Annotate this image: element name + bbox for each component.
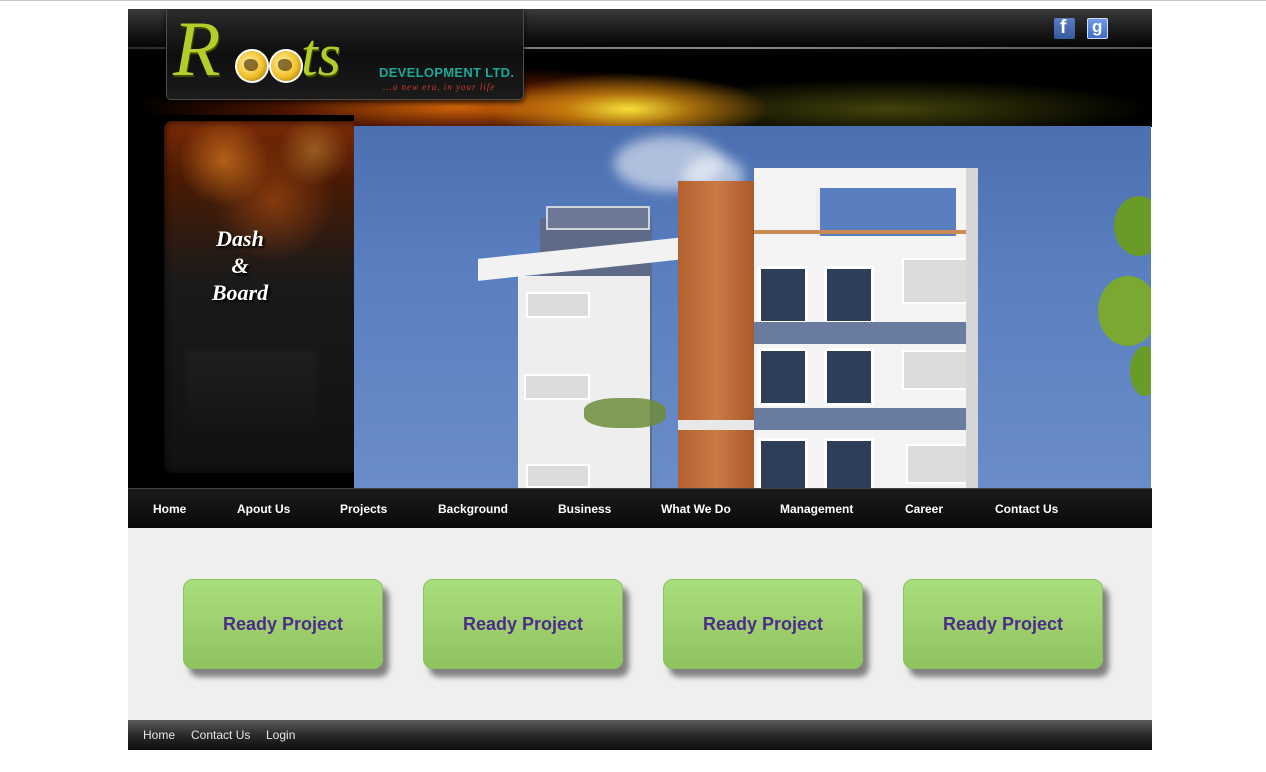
building-edge [966, 168, 978, 488]
hero-building-image [354, 126, 1151, 488]
window [824, 348, 874, 406]
faded-placeholder [186, 351, 316, 451]
footer-link-home[interactable]: Home [143, 720, 175, 750]
facebook-icon[interactable] [1054, 17, 1075, 39]
dashboard-title: Dash & Board [170, 225, 310, 306]
projects-section: Ready Project Ready Project Ready Projec… [128, 528, 1152, 720]
floor-band [754, 408, 966, 430]
window [758, 266, 808, 324]
ready-project-button[interactable]: Ready Project [903, 579, 1103, 669]
logo[interactable]: R ts DEVELOPMENT LTD. ...a new era, in y… [166, 9, 524, 100]
balcony [524, 374, 590, 400]
dashboard-panel: Dash & Board [128, 115, 354, 488]
nav-item-about[interactable]: Apout Us [237, 489, 290, 529]
window [824, 266, 874, 324]
ready-project-button[interactable]: Ready Project [663, 579, 863, 669]
window [824, 438, 874, 488]
nav-item-projects[interactable]: Projects [340, 489, 387, 529]
brick-band [678, 420, 756, 430]
dashboard-title-line: Dash [216, 226, 264, 251]
tree-foliage [1114, 196, 1151, 256]
balcony [902, 258, 972, 304]
site-footer: Home Contact Us Login [128, 720, 1152, 750]
footer-link-login[interactable]: Login [266, 720, 295, 750]
globe-icon [235, 49, 269, 83]
building-rooftop [546, 206, 650, 230]
tree-foliage [1098, 276, 1151, 346]
dashboard-title-line: Board [211, 280, 269, 305]
balcony [526, 464, 590, 488]
site-container: R ts DEVELOPMENT LTD. ...a new era, in y… [128, 9, 1152, 750]
window [758, 348, 808, 406]
balcony [906, 444, 972, 484]
logo-letters-ts: ts [301, 22, 342, 88]
page-top-border [0, 0, 1266, 1]
main-nav: Home Apout Us Projects Background Busine… [128, 488, 1152, 529]
logo-letter-r: R [173, 9, 221, 92]
railing [754, 230, 969, 234]
brick-column [678, 181, 756, 488]
nav-item-contact[interactable]: Contact Us [995, 489, 1058, 529]
dashboard-title-line: & [231, 253, 249, 278]
nav-item-what-we-do[interactable]: What We Do [661, 489, 731, 529]
company-suffix: DEVELOPMENT LTD. [379, 65, 515, 80]
window [758, 438, 808, 488]
nav-item-business[interactable]: Business [558, 489, 611, 529]
hanging-plants [584, 398, 666, 428]
footer-link-contact[interactable]: Contact Us [191, 720, 250, 750]
balcony [526, 292, 590, 318]
ready-project-button[interactable]: Ready Project [183, 579, 383, 669]
balcony [902, 350, 972, 390]
google-icon[interactable] [1087, 17, 1108, 39]
globe-icon [269, 49, 303, 83]
nav-item-career[interactable]: Career [905, 489, 943, 529]
nav-item-background[interactable]: Background [438, 489, 508, 529]
logo-wordmark: R ts [173, 9, 403, 93]
floor-band [754, 322, 966, 344]
nav-item-home[interactable]: Home [153, 489, 186, 529]
site-header: R ts DEVELOPMENT LTD. ...a new era, in y… [128, 9, 1152, 127]
tree-foliage [1130, 346, 1151, 396]
roof-opening [816, 188, 956, 236]
ready-project-button[interactable]: Ready Project [423, 579, 623, 669]
company-tagline: ...a new era, in your life [383, 82, 496, 92]
nav-item-management[interactable]: Management [780, 489, 853, 529]
